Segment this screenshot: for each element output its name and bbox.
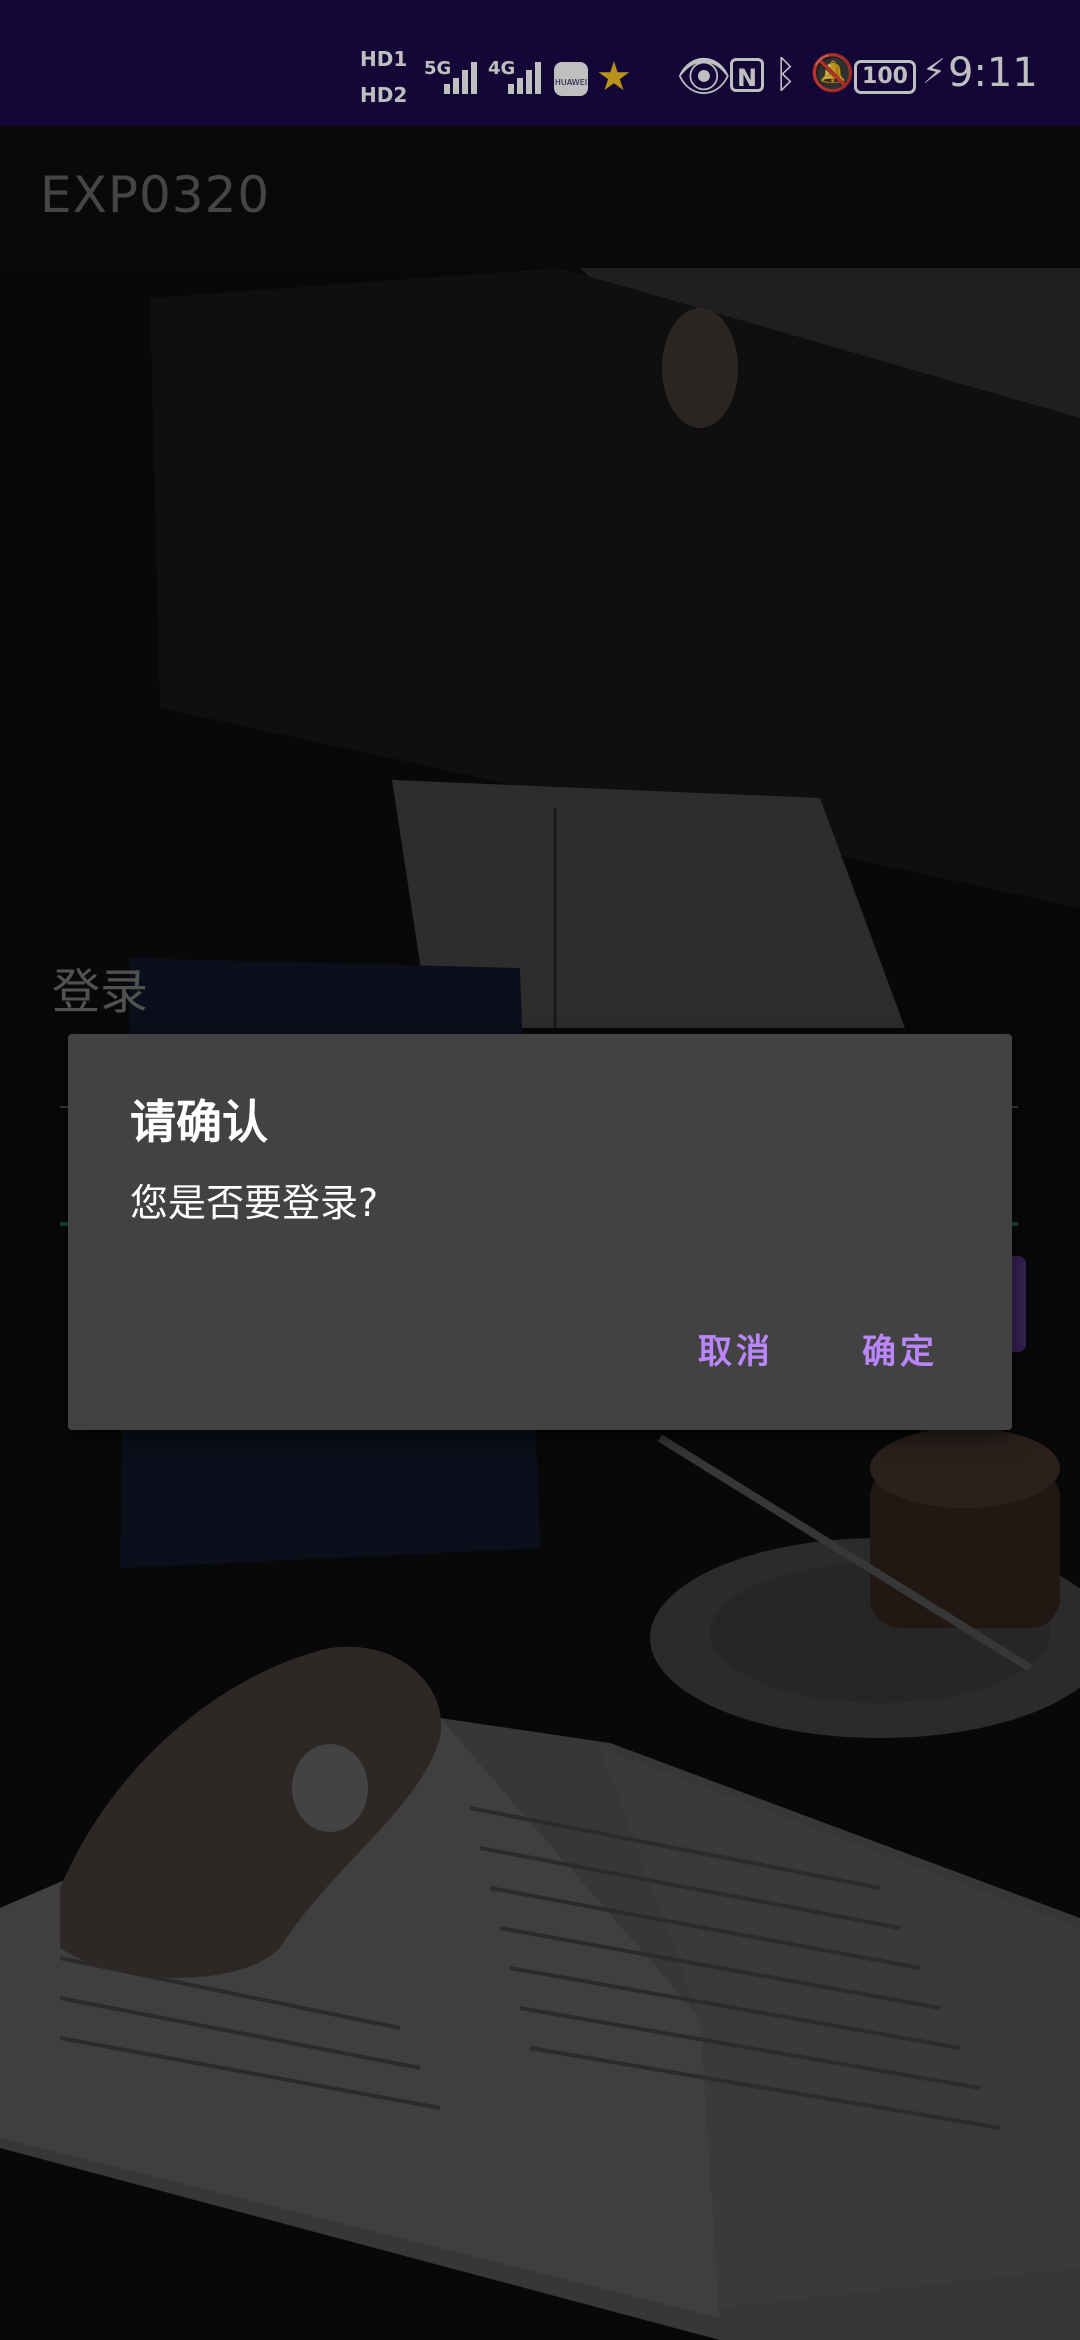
confirm-button[interactable]: 确定 xyxy=(862,1324,938,1373)
cancel-button[interactable]: 取消 xyxy=(698,1324,774,1373)
dialog-message: 您是否要登录? xyxy=(130,1181,379,1225)
dialog-title: 请确认 xyxy=(130,1095,268,1149)
screen: 登录 HD1 HD2 5G 4G HUAWEI ★ 👁 N ᛒ 🔕 100 ⚡ … xyxy=(0,0,1080,2340)
confirm-dialog: 请确认 您是否要登录? 取消 确定 xyxy=(68,1034,1012,1430)
